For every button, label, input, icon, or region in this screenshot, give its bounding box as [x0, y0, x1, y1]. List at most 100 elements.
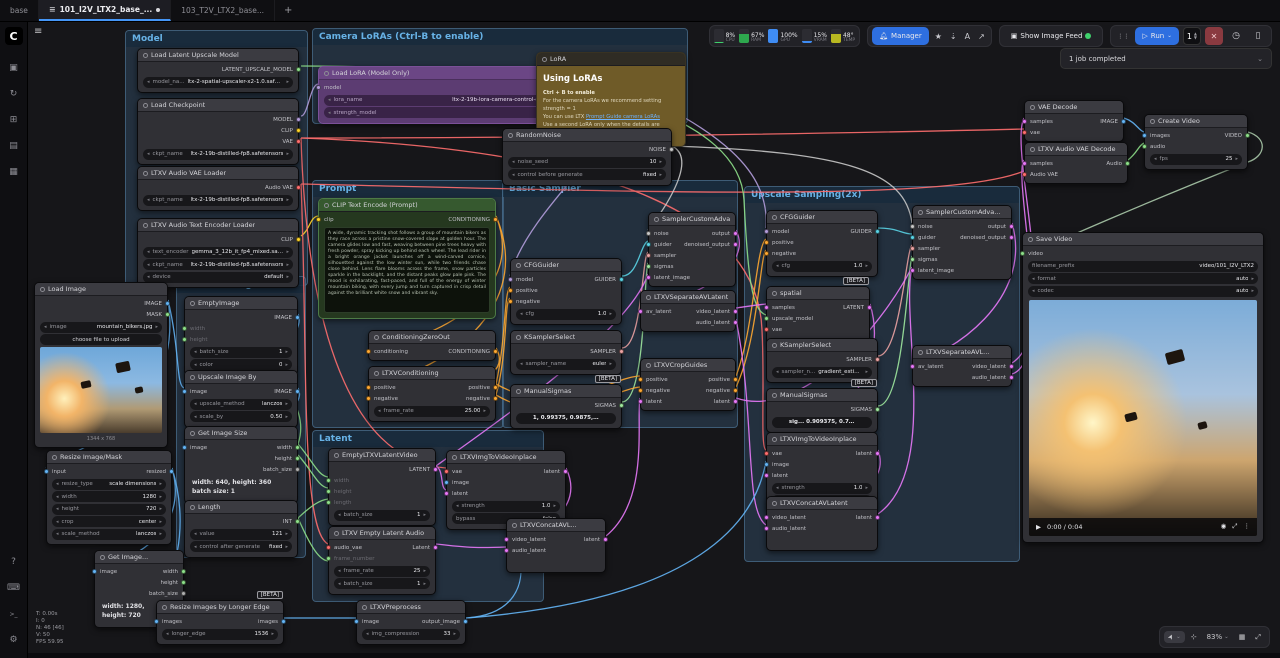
collapse-icon[interactable]	[374, 335, 379, 340]
input-length-slot[interactable]	[326, 500, 331, 505]
collapse-icon[interactable]	[516, 335, 521, 340]
output-model-slot[interactable]	[296, 117, 301, 122]
input-video-latent-slot[interactable]	[764, 515, 769, 520]
node-vae-decode[interactable]: VAE DecodesamplesIMAGEvae	[1024, 100, 1124, 142]
output-guider-slot[interactable]	[619, 277, 624, 282]
input-width-slot[interactable]	[326, 478, 331, 483]
collapse-icon[interactable]	[918, 350, 923, 355]
node-ltxv-concat-av-latent-2[interactable]: LTXVConcatAVLatentvideo_latentlatentaudi…	[766, 496, 878, 551]
input-conditioning-slot[interactable]	[366, 349, 371, 354]
collapse-icon[interactable]	[362, 605, 367, 610]
output-negative-slot[interactable]	[733, 388, 738, 393]
input-images-slot[interactable]	[1142, 133, 1147, 138]
input-positive-slot[interactable]	[366, 385, 371, 390]
output-output-slot[interactable]	[1009, 224, 1014, 229]
collapse-icon[interactable]	[324, 203, 329, 208]
input-negative-slot[interactable]	[638, 388, 643, 393]
queue-chevron-icon[interactable]: ⌄	[1257, 55, 1263, 63]
widget-filename-prefix[interactable]: filename_prefixvideo/101_I2V_LTX2	[1028, 261, 1258, 272]
output-video-slot[interactable]	[1245, 133, 1250, 138]
node-ltxv-separate-av-latent-2[interactable]: LTXVSeparateAVL...av_latentvideo_latenta…	[912, 345, 1012, 387]
collapse-icon[interactable]	[190, 431, 195, 436]
node-get-image-size[interactable]: Get Image Sizeimagewidthheightbatch_size…	[184, 426, 298, 504]
input-upscale-model-slot[interactable]	[764, 316, 769, 321]
history-clock-icon[interactable]: ◷	[1227, 27, 1245, 45]
input-input-slot[interactable]	[44, 469, 49, 474]
input-noise-slot[interactable]	[910, 224, 915, 229]
input-vae-slot[interactable]	[764, 451, 769, 456]
input-height-slot[interactable]	[182, 337, 187, 342]
input-model-slot[interactable]	[764, 229, 769, 234]
node-resize-image-mask[interactable]: Resize Image/Maskinputresized◂resize_typ…	[46, 450, 172, 545]
tab-active-workflow[interactable]: ≡ 101_I2V_LTX2_base_...	[39, 0, 171, 21]
node-canvas[interactable]: ModelCamera LoRAs (Ctrl-B to enable)Prom…	[0, 0, 1280, 658]
output-image-slot[interactable]	[295, 389, 300, 394]
input-image-slot[interactable]	[444, 480, 449, 485]
output-sigmas-slot[interactable]	[619, 403, 624, 408]
collapse-icon[interactable]	[772, 291, 777, 296]
node-empty-ltxv-latent-video[interactable]: EmptyLTXVLatentVideoLATENTwidthheightlen…	[328, 448, 436, 526]
widget-format[interactable]: ◂formatauto▸	[1028, 273, 1258, 284]
input-samples-slot[interactable]	[1022, 161, 1027, 166]
output-int-slot[interactable]	[295, 519, 300, 524]
collapse-icon[interactable]	[772, 215, 777, 220]
collapse-icon[interactable]	[646, 363, 651, 368]
input-image-slot[interactable]	[182, 445, 187, 450]
widget-sampler-name[interactable]: ◂sampler_nameeuler▸	[516, 359, 616, 370]
terminal-icon[interactable]: >_	[5, 605, 23, 623]
node-upscale-image-by[interactable]: Upscale Image ByimageIMAGE◂upscale_metho…	[184, 370, 298, 428]
pointer-chevron-icon[interactable]: ⌄	[1176, 634, 1181, 640]
node-ltxv-audio-vae-decode[interactable]: LTXV Audio VAE DecodesamplesAudioAudio V…	[1024, 142, 1128, 184]
input-image-slot[interactable]	[92, 569, 97, 574]
node-empty-image[interactable]: EmptyImageIMAGEwidthheight◂batch_size1▸◂…	[184, 296, 298, 376]
new-tab-button[interactable]: +	[275, 0, 301, 21]
widget-device[interactable]: ◂devicedefault▸	[143, 272, 293, 283]
input-sigmas-slot[interactable]	[646, 264, 651, 269]
fit-view-button[interactable]: ⊹	[1187, 631, 1201, 643]
widget-control-after-generate[interactable]: ◂control after generatefixed▸	[190, 541, 292, 552]
input-negative-slot[interactable]	[764, 251, 769, 256]
input-sampler-slot[interactable]	[646, 253, 651, 258]
widget-cfg[interactable]: ◂cfg1.0▸	[516, 309, 616, 320]
input-clip-slot[interactable]	[316, 217, 321, 222]
output-conditioning-slot[interactable]	[493, 217, 498, 222]
output-latent-slot[interactable]	[733, 399, 738, 404]
collapse-icon[interactable]	[374, 371, 379, 376]
input-height-slot[interactable]	[326, 489, 331, 494]
node-load-image[interactable]: Load ImageIMAGEMASK◂imagemountain_bikers…	[34, 282, 168, 448]
collapse-icon[interactable]	[452, 455, 457, 460]
output-audio-latent-slot[interactable]	[1009, 375, 1014, 380]
collapse-icon[interactable]	[324, 71, 329, 76]
widget-noise-seed[interactable]: ◂noise_seed10▸	[508, 157, 666, 168]
collapse-icon[interactable]	[1030, 147, 1035, 152]
shortcuts-icon[interactable]: ⌨	[5, 579, 23, 597]
minimap-button[interactable]: ▦	[1235, 631, 1250, 643]
input-frame-number-slot[interactable]	[326, 556, 331, 561]
input-sigmas-slot[interactable]	[910, 257, 915, 262]
output-positive-slot[interactable]	[733, 377, 738, 382]
output-width-slot[interactable]	[181, 569, 186, 574]
node-cfg-guider-1[interactable]: CFGGuidermodelGUIDERpositivenegative◂cfg…	[510, 258, 622, 325]
volume-icon[interactable]: ◉	[1221, 522, 1227, 531]
node-save-video[interactable]: Save Videovideofilename_prefixvideo/101_…	[1022, 232, 1264, 543]
node-ksampler-select-2[interactable]: KSamplerSelectSAMPLER◂sampler_n...gradie…	[766, 338, 878, 383]
node-ltxv-empty-latent-audio[interactable]: LTXV Empty Latent Audioaudio_vaeLatentfr…	[328, 526, 436, 595]
output-sampler-slot[interactable]	[619, 349, 624, 354]
player-menu-icon[interactable]: ⋮	[1244, 522, 1251, 531]
run-chevron-icon[interactable]: ⌄	[1167, 33, 1172, 39]
widget-codec[interactable]: ◂codecauto▸	[1028, 286, 1258, 297]
input-video-latent-slot[interactable]	[504, 537, 509, 542]
widget-color[interactable]: ◂color0▸	[190, 359, 292, 370]
output-clip-slot[interactable]	[296, 237, 301, 242]
output-latent-slot[interactable]	[563, 469, 568, 474]
input-positive-slot[interactable]	[508, 288, 513, 293]
collapse-icon[interactable]	[508, 133, 513, 138]
download-icon[interactable]: ⇣	[948, 32, 959, 41]
input-sampler-slot[interactable]	[910, 246, 915, 251]
input-audio-slot[interactable]	[1142, 144, 1147, 149]
output-resized-slot[interactable]	[169, 469, 174, 474]
widget-sampler-n-[interactable]: ◂sampler_n...gradient_estimation▸	[772, 367, 872, 378]
node-manual-sigmas-1[interactable]: [BETA]ManualSigmasSIGMAS1, 0.99375, 0.98…	[510, 384, 622, 429]
input-samples-slot[interactable]	[1022, 119, 1027, 124]
help-icon[interactable]: ?	[5, 553, 23, 571]
